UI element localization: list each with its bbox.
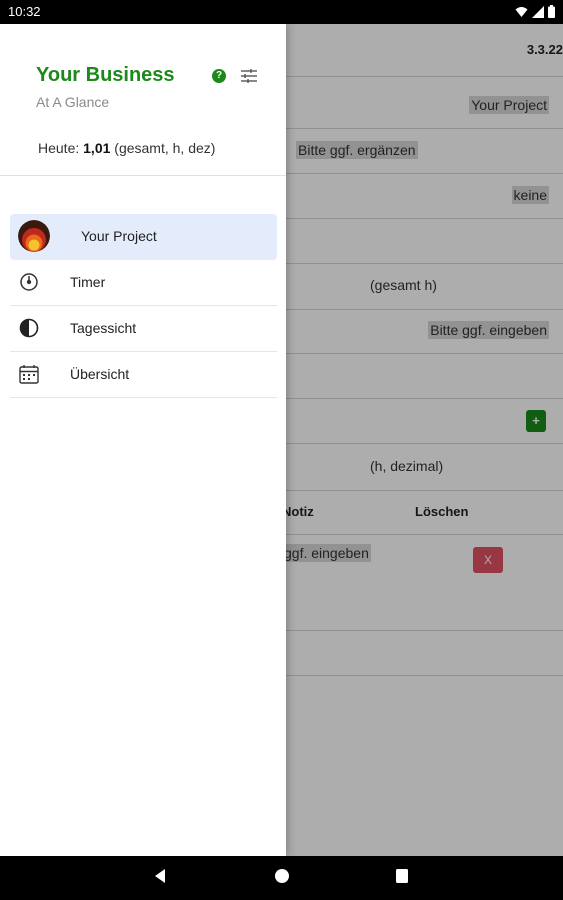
- nav-item-label: Tagessicht: [70, 320, 137, 336]
- nav-item-label: Timer: [70, 274, 106, 290]
- drawer-title: Your Business: [36, 64, 175, 86]
- navigation-drawer: Your Business At A Glance ? Heute: 1,01 …: [0, 24, 286, 856]
- system-nav-bar: [0, 856, 563, 900]
- today-summary: Heute: 1,01 (gesamt, h, dez): [38, 140, 215, 156]
- nav-item-tagessicht[interactable]: Tagessicht: [10, 306, 277, 352]
- nav-item-label: Your Project: [81, 228, 157, 244]
- today-suffix: (gesamt, h, dez): [110, 140, 216, 156]
- today-value: 1,01: [83, 140, 111, 156]
- wifi-icon: [515, 6, 528, 17]
- status-bar: 10:32: [0, 0, 563, 24]
- signal-icon: [532, 5, 544, 18]
- battery-icon: [548, 5, 555, 18]
- settings-sliders-icon[interactable]: [240, 68, 258, 84]
- today-prefix: Heute:: [38, 140, 84, 156]
- nav-item-label: Übersicht: [70, 366, 130, 382]
- back-icon[interactable]: [153, 868, 167, 884]
- timer-icon: [20, 273, 38, 291]
- nav-item-your-project[interactable]: Your Project: [10, 214, 277, 260]
- status-icons: [515, 5, 555, 18]
- calendar-icon: [19, 365, 39, 384]
- status-time: 10:32: [8, 4, 41, 19]
- drawer-subtitle: At A Glance: [36, 94, 110, 110]
- recents-icon[interactable]: [395, 868, 409, 884]
- half-circle-icon: [19, 318, 39, 338]
- nav-item-uebersicht[interactable]: Übersicht: [10, 352, 277, 398]
- drawer-divider: [0, 175, 286, 176]
- home-icon[interactable]: [274, 868, 290, 884]
- nav-item-timer[interactable]: Timer: [10, 260, 277, 306]
- help-icon[interactable]: ?: [212, 69, 226, 83]
- project-avatar: [18, 220, 50, 252]
